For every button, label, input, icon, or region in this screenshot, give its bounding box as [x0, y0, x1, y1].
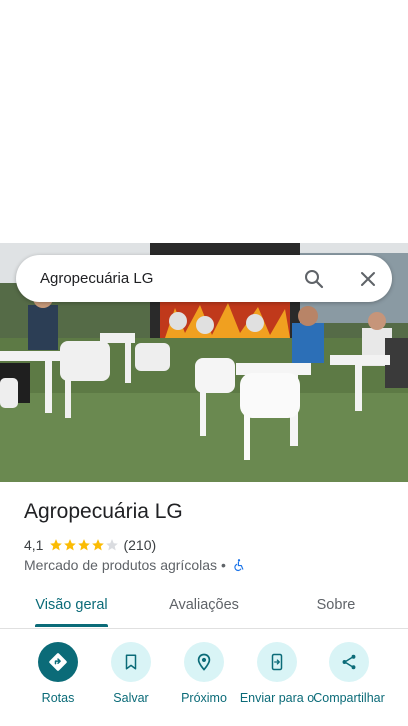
star-icon — [92, 539, 105, 551]
save-button[interactable]: Salvar — [91, 640, 171, 705]
star-empty-icon — [106, 539, 119, 551]
save-label: Salvar — [113, 691, 149, 705]
send-to-phone-button[interactable]: Enviar para o — [237, 640, 317, 705]
review-count[interactable]: (210) — [123, 537, 156, 553]
star-icon — [78, 539, 91, 551]
tab-about[interactable]: Sobre — [308, 586, 364, 626]
tab-overview[interactable]: Visão geral — [35, 586, 108, 626]
action-buttons: Rotas Salvar Próximo Enviar para o Compa… — [0, 640, 408, 726]
share-button[interactable]: Compartilhar — [309, 640, 389, 705]
active-tab-indicator — [35, 624, 108, 627]
star-icon — [50, 539, 63, 551]
search-bar[interactable]: Agropecuária LG — [16, 255, 392, 302]
directions-label: Rotas — [41, 691, 75, 705]
directions-button[interactable]: Rotas — [18, 640, 98, 705]
nearby-button[interactable]: Próximo — [164, 640, 244, 705]
rating-value: 4,1 — [24, 537, 44, 553]
separator: • — [221, 557, 226, 573]
close-icon[interactable] — [356, 267, 380, 291]
star-icon — [64, 539, 77, 551]
send-to-phone-icon — [257, 642, 297, 682]
tab-reviews[interactable]: Avaliações — [160, 586, 248, 626]
place-title: Agropecuária LG — [24, 500, 183, 523]
search-input[interactable]: Agropecuária LG — [40, 255, 153, 302]
place-category: Mercado de produtos agrícolas — [24, 557, 217, 573]
wheelchair-icon — [234, 559, 244, 572]
directions-icon — [38, 642, 78, 682]
category-row: Mercado de produtos agrícolas • — [24, 556, 246, 574]
search-icon[interactable] — [302, 267, 326, 291]
tab-bar: Visão geral Avaliações Sobre — [0, 586, 408, 629]
rating-row[interactable]: 4,1 (210) — [24, 536, 156, 554]
nearby-icon — [184, 642, 224, 682]
map-blank-area — [0, 0, 408, 243]
rating-stars — [49, 538, 119, 552]
send-to-phone-label: Enviar para o — [239, 691, 315, 705]
share-label: Compartilhar — [313, 691, 385, 705]
bookmark-icon — [111, 642, 151, 682]
share-icon — [329, 642, 369, 682]
nearby-label: Próximo — [181, 691, 227, 705]
